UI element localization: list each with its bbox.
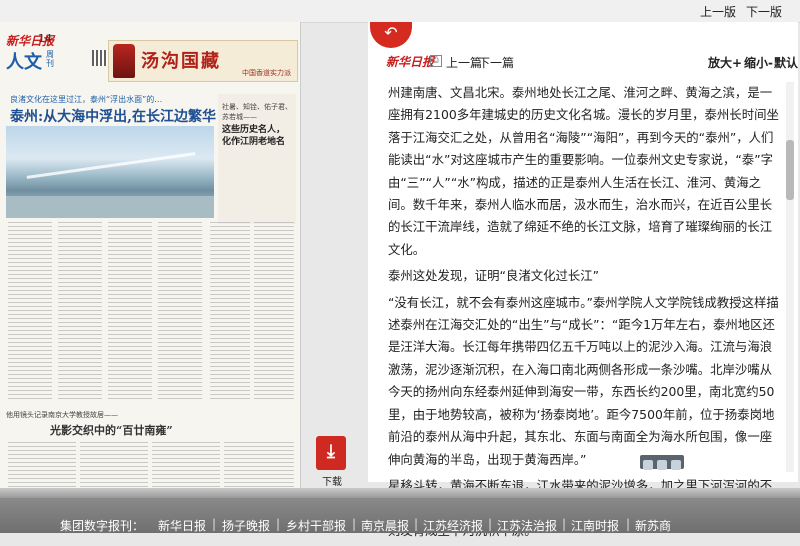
footer-link-xiangcun[interactable]: 乡村干部报 xyxy=(286,517,346,534)
footer-link-xinhua[interactable]: 新华日报 xyxy=(158,517,206,534)
footer-link-yangzi[interactable]: 扬子晚报 xyxy=(222,517,270,534)
pdf-icon[interactable]: ⤓ xyxy=(316,436,346,470)
article-paragraph: “没有长江，就不会有泰州这座城市。”泰州学院人文学院钱成教授这样描述泰州在江海交… xyxy=(388,294,779,467)
bottle-icon xyxy=(113,44,135,78)
text-column xyxy=(254,222,294,402)
article-scrollbar[interactable] xyxy=(786,82,794,472)
second-headline[interactable]: 光影交织中的“百廿南雍” xyxy=(50,422,173,438)
footer-separator: | xyxy=(276,517,281,531)
footer-separator: | xyxy=(626,517,631,531)
settings-icon[interactable] xyxy=(657,460,667,470)
bridge-shape xyxy=(26,152,196,179)
reader-logo: 新华日报 xyxy=(386,55,435,69)
second-kicker: 他用镜头记录南京大学教授故居—— xyxy=(6,411,118,419)
footer-link-nanjing-morning[interactable]: 南京晨报 xyxy=(361,517,409,534)
reader-toolbar: 新华日报 ⎙ 上一篇 下一篇 放大+ 缩小- 默认 xyxy=(368,52,798,74)
article-body: 州建南唐、文昌北宋。泰州地处长江之尾、淮河之畔、黄海之滨，是一座拥有2100多年… xyxy=(388,82,780,546)
footer-separator: | xyxy=(212,517,217,531)
zoom-out-button[interactable]: 缩小- xyxy=(744,54,773,71)
text-column xyxy=(8,222,52,402)
shore-shape xyxy=(6,196,214,218)
article-subheading: 泰州这处发现，证明“良渚文化过长江” xyxy=(388,268,600,284)
footer-link-jiangnan[interactable]: 江南时报 xyxy=(571,517,619,534)
footer-separator: | xyxy=(414,517,419,531)
side-kicker: 社暑、知铨、佑子君、苏若城—— xyxy=(222,103,292,121)
bridge-photo xyxy=(6,126,214,218)
print-icon[interactable]: ⎙ xyxy=(430,55,442,67)
footer-lead: 集团数字报刊： xyxy=(60,519,145,533)
footer-separator: | xyxy=(562,517,567,531)
text-column xyxy=(8,442,76,490)
lead-kicker: 良渚文化在这里过江，泰州“浮出水面”的… xyxy=(10,95,163,104)
page-number: 14 xyxy=(38,32,52,45)
text-column xyxy=(158,222,202,402)
default-size-button[interactable]: 默认 xyxy=(774,54,798,71)
side-article[interactable]: 社暑、知铨、佑子君、苏若城—— 这些历史名人，化作江阴老地名 xyxy=(218,94,296,224)
footer-separator: | xyxy=(488,517,493,531)
prev-article-link[interactable]: 上一篇 xyxy=(446,54,482,71)
side-headline: 这些历史名人，化作江阴老地名 xyxy=(222,125,286,147)
group-footer: 集团数字报刊： 新华日报 | 扬子晚报 | 乡村干部报 | 南京晨报 | 江苏经… xyxy=(0,498,800,533)
liquor-advertisement: 汤沟国藏 中国香道实力派 xyxy=(108,40,298,82)
keyboard-icon[interactable] xyxy=(643,460,653,470)
newspaper-page-image[interactable]: 新华日报 14 人文 周刊 汤沟国藏 中国香道实力派 良渚文化在这里过江，泰州“… xyxy=(0,22,301,492)
prev-edition-link[interactable]: 上一版 xyxy=(700,3,736,20)
text-column xyxy=(152,442,220,490)
paper-masthead: 新华日报 14 人文 周刊 xyxy=(6,32,108,92)
scrollbar-thumb[interactable] xyxy=(786,140,794,200)
text-column xyxy=(58,222,102,402)
qr-code-icon xyxy=(92,50,108,66)
top-edition-bar: 上一版 下一版 xyxy=(0,0,800,23)
footer-separator: | xyxy=(352,517,357,531)
next-edition-link[interactable]: 下一版 xyxy=(746,3,782,20)
help-icon[interactable] xyxy=(671,460,681,470)
bottom-strip xyxy=(0,488,800,498)
zoom-in-button[interactable]: 放大+ xyxy=(708,54,742,71)
text-column xyxy=(224,442,294,490)
text-column xyxy=(210,222,250,402)
footer-link-economy[interactable]: 江苏经济报 xyxy=(423,517,483,534)
text-column xyxy=(108,222,152,402)
section-subtitle: 周刊 xyxy=(46,50,54,68)
article-paragraph: 州建南唐、文昌北宋。泰州地处长江之尾、淮河之畔、黄海之滨，是一座拥有2100多年… xyxy=(388,85,779,257)
download-label[interactable]: 下载 xyxy=(322,473,342,488)
section-title: 人文 xyxy=(6,52,42,73)
text-column xyxy=(80,442,148,490)
lead-headline[interactable]: 泰州:从大海中浮出,在长江边繁华 xyxy=(10,106,216,126)
mini-toolbar[interactable] xyxy=(640,455,684,470)
footer-link-law[interactable]: 江苏法治报 xyxy=(497,517,557,534)
ad-slogan: 中国香道实力派 xyxy=(242,69,291,77)
ad-brand: 汤沟国藏 xyxy=(141,51,221,72)
next-article-link[interactable]: 下一篇 xyxy=(478,54,514,71)
footer-link-xinsushang[interactable]: 新苏商 xyxy=(635,517,671,534)
